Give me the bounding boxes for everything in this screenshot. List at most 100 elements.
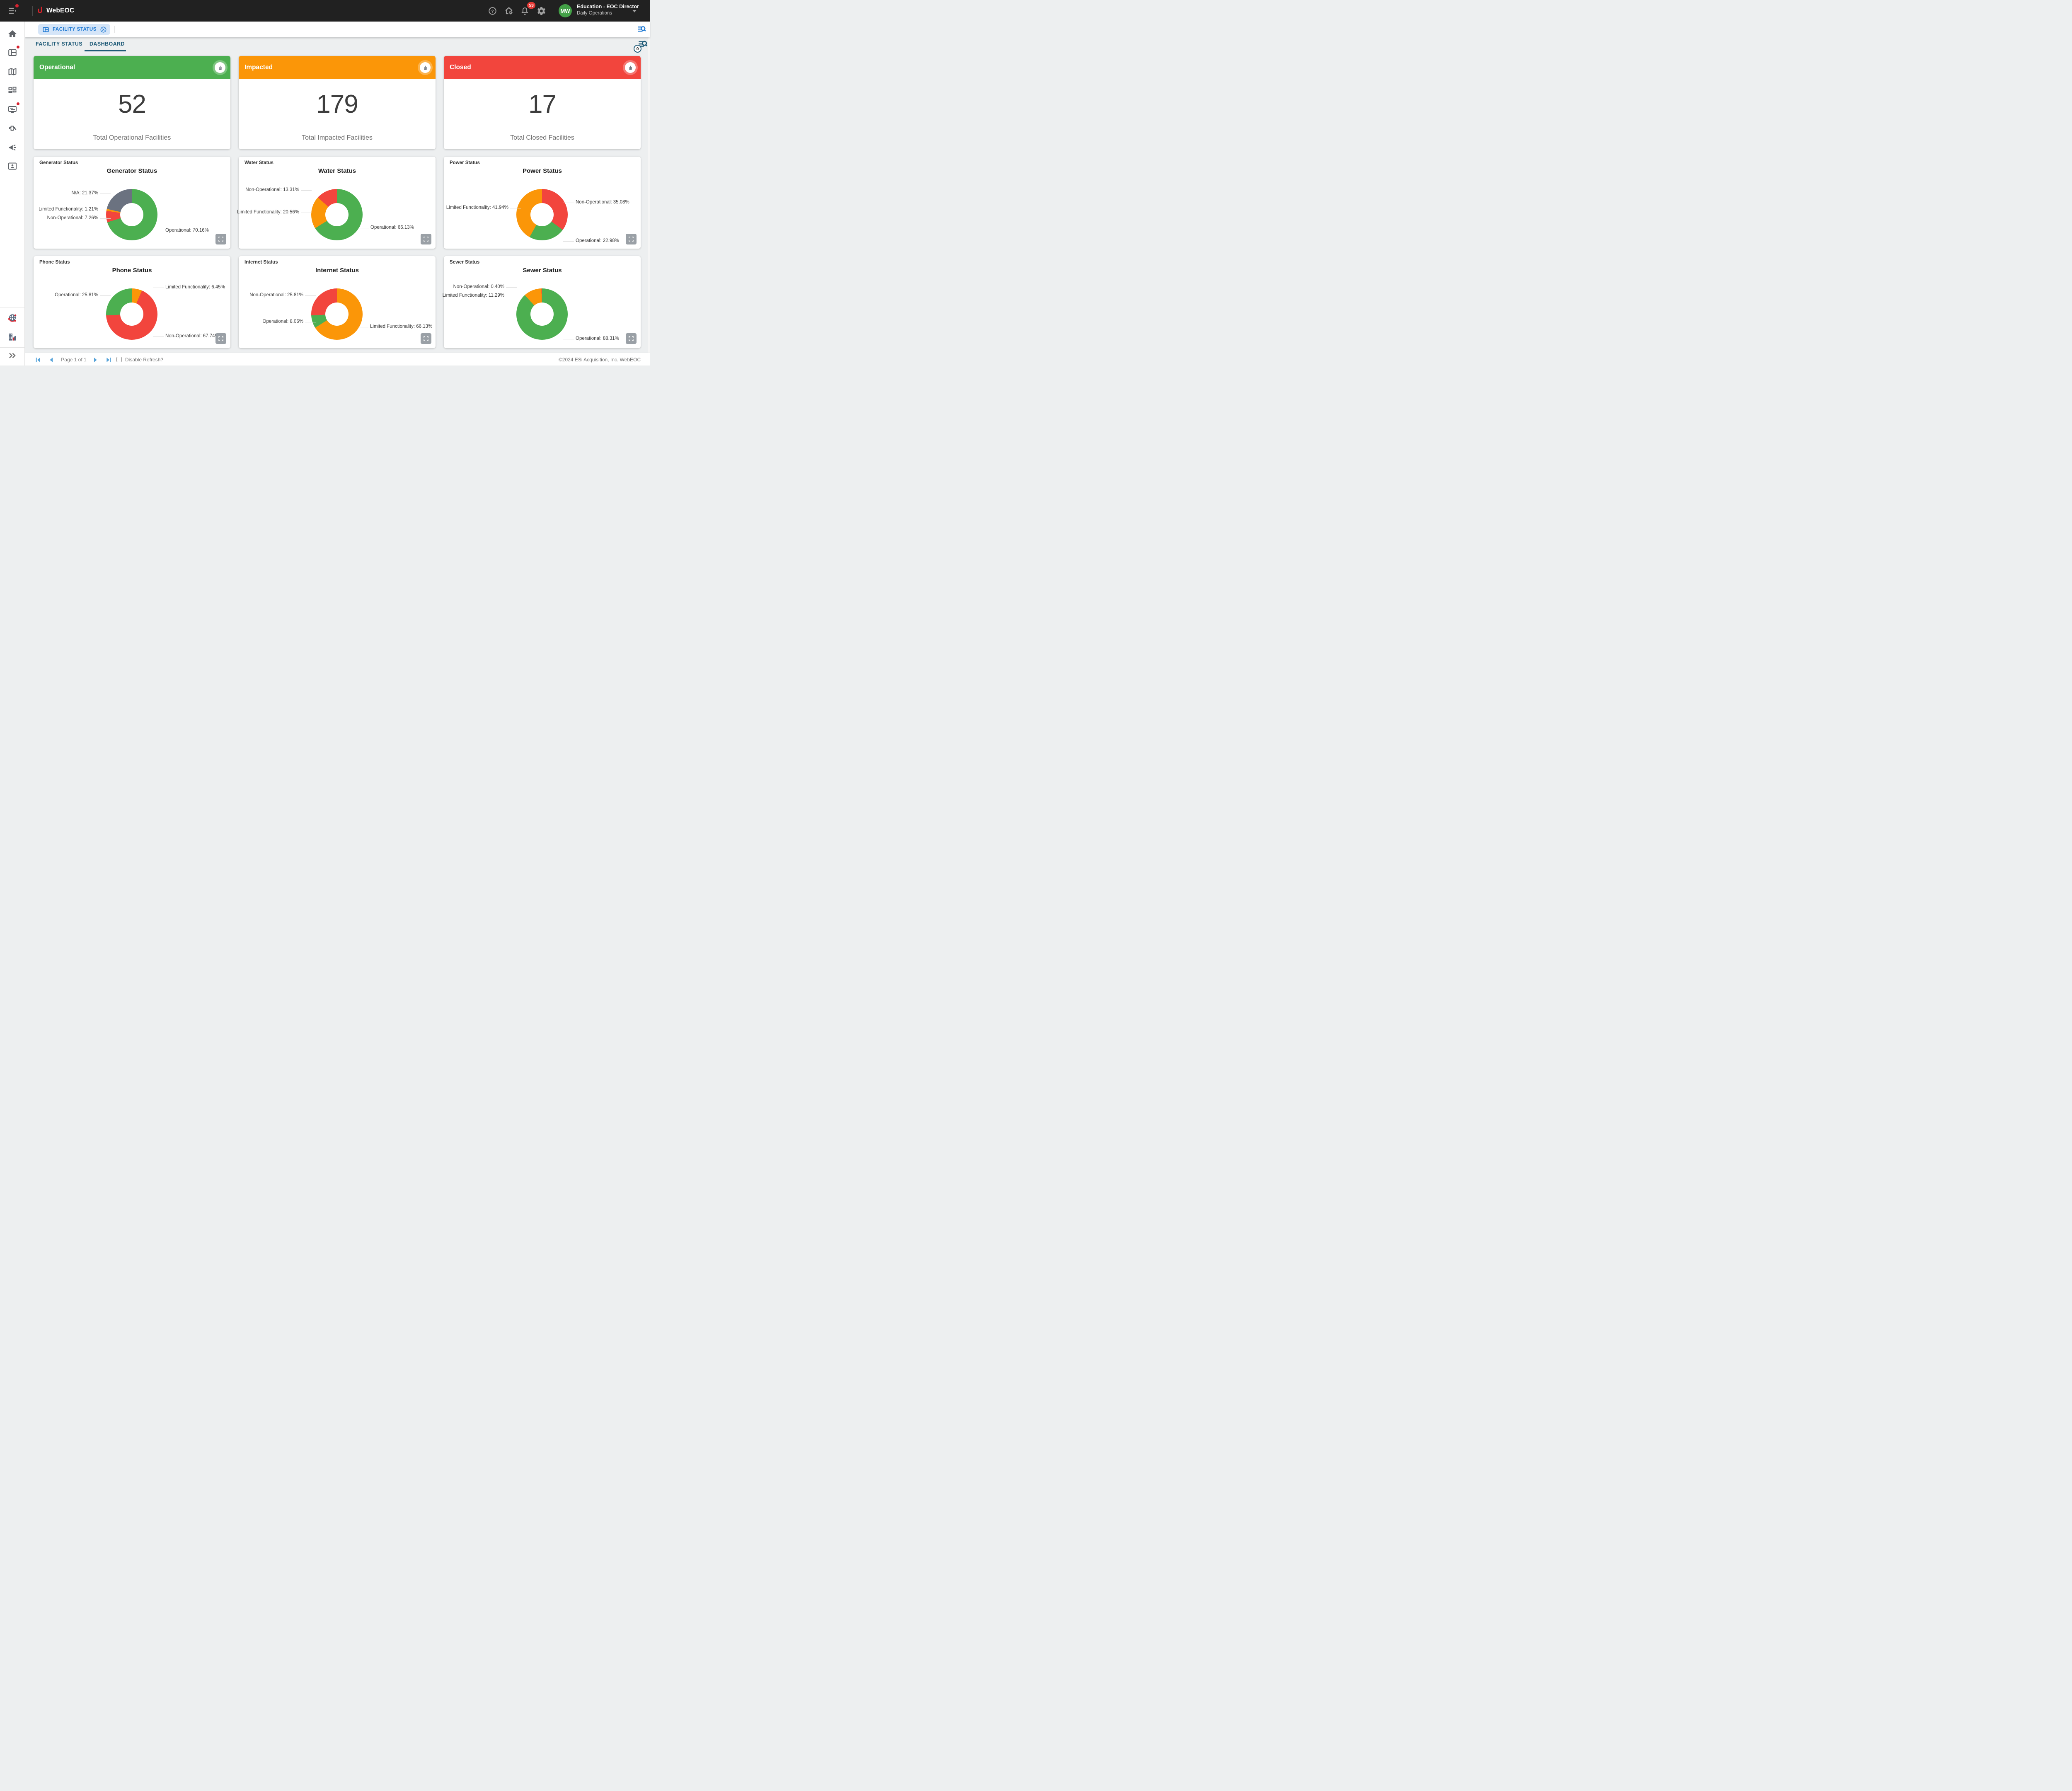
fullscreen-button[interactable] (215, 333, 226, 344)
notifications-bell-icon[interactable]: 53 (517, 3, 532, 18)
page-indicator: Page 1 of 1 (58, 357, 90, 363)
summary-value: 17 (444, 90, 641, 119)
slice-label: Operational: 25.81% (55, 292, 98, 298)
disable-refresh-checkbox[interactable] (116, 357, 122, 362)
slice-label: Non-Operational: 25.81% (249, 292, 303, 298)
slice-label: Operational: 8.06% (263, 319, 303, 324)
divider (114, 26, 115, 33)
sidebar-expand-button[interactable] (5, 348, 20, 363)
contact-card-icon (7, 161, 17, 171)
board-chip-label: FACILITY STATUS (53, 27, 97, 32)
slice-label: Non-Operational: 7.26% (47, 215, 98, 221)
slice-label: Limited Functionality: 6.45% (165, 284, 225, 290)
slice-label: Non-Operational: 0.40% (453, 284, 504, 290)
chart-title: Phone Status (34, 267, 230, 274)
next-page-button[interactable] (91, 355, 100, 364)
help-icon[interactable]: ? (485, 3, 500, 18)
donut-chart[interactable] (516, 189, 568, 240)
previous-page-button[interactable] (46, 355, 56, 364)
sidebar-item-global-network[interactable] (5, 310, 20, 325)
home-settings-icon[interactable] (501, 3, 516, 18)
fullscreen-button[interactable] (215, 234, 226, 244)
sidebar-item-organization[interactable] (5, 329, 20, 344)
first-page-button[interactable] (33, 355, 42, 364)
user-avatar[interactable]: MW (559, 4, 572, 17)
user-incident-label: Daily Operations (577, 11, 639, 16)
settings-gear-icon[interactable] (534, 3, 549, 18)
juvare-logo-icon (36, 6, 44, 17)
phone-status-card: Phone Status Phone Status Limited Functi… (34, 256, 230, 348)
slice-label: Non-Operational: 35.08% (576, 199, 629, 205)
donut-chart[interactable] (106, 288, 157, 340)
divider (32, 6, 33, 16)
slice-label: Limited Functionality: 66.13% (370, 324, 432, 329)
tab-facility-status[interactable]: FACILITY STATUS (36, 41, 82, 47)
board-search-filter-icon[interactable] (637, 25, 646, 35)
active-tab-indicator (85, 50, 126, 51)
last-page-button[interactable] (104, 355, 113, 364)
map-icon (7, 67, 17, 77)
message-board-notification-dot (17, 102, 19, 105)
slice-label: Non-Operational: 67.74% (165, 333, 219, 339)
home-icon (7, 29, 17, 39)
donut-chart[interactable] (311, 189, 363, 240)
summary-value: 52 (34, 90, 230, 119)
summary-card-header: Operational (34, 56, 230, 79)
card-title: Phone Status (39, 260, 70, 265)
slice-label: Limited Functionality: 41.94% (446, 205, 508, 211)
chevron-down-icon[interactable] (632, 10, 637, 12)
message-board-icon (7, 104, 17, 114)
chart-title: Water Status (239, 167, 436, 174)
sidebar-item-boards[interactable] (5, 45, 20, 60)
slice-label: Non-Operational: 13.31% (245, 187, 299, 193)
sidebar-item-maps[interactable] (5, 64, 20, 79)
fullscreen-button[interactable] (421, 234, 431, 244)
divider (0, 347, 25, 348)
tab-dashboard[interactable]: DASHBOARD (90, 41, 125, 47)
user-menu[interactable]: Education - EOC Director Daily Operation… (577, 4, 639, 16)
filter-count-badge: 0 (634, 45, 641, 53)
global-network-icon (7, 312, 18, 323)
generator-status-card: Generator Status Generator Status N/A: 2… (34, 157, 230, 249)
megaphone-icon (7, 143, 17, 152)
donut-chart[interactable] (311, 288, 363, 340)
fullscreen-button[interactable] (626, 333, 637, 344)
power-status-card: Power Status Power Status Non-Operationa… (444, 157, 641, 249)
sewer-status-card: Sewer Status Sewer Status Non-Operationa… (444, 256, 641, 348)
water-status-card: Water Status Water Status Non-Operationa… (239, 157, 436, 249)
sidebar-item-apps[interactable] (5, 83, 20, 98)
card-title: Power Status (450, 160, 480, 165)
menu-open-icon[interactable] (5, 3, 20, 18)
slice-label: Limited Functionality: 11.29% (443, 293, 504, 298)
board-chip-facility-status[interactable]: FACILITY STATUS (38, 24, 110, 35)
card-title: Water Status (244, 160, 274, 165)
copyright-text: ©2024 ESi Acquisition, Inc. WebEOC (559, 357, 641, 363)
footer-bar: Page 1 of 1 Disable Refresh? ©2024 ESi A… (25, 353, 650, 365)
disable-refresh-label: Disable Refresh? (125, 357, 163, 363)
summary-card-closed: Closed 17 Total Closed Facilities (444, 56, 641, 149)
sidebar-item-contacts[interactable] (5, 159, 20, 174)
card-title: Generator Status (39, 160, 78, 165)
slice-label: Limited Functionality: 20.56% (237, 209, 299, 215)
donut-chart[interactable] (106, 189, 157, 240)
card-title: Sewer Status (450, 260, 479, 265)
summary-card-impacted: Impacted 179 Total Impacted Facilities (239, 56, 436, 149)
close-icon[interactable] (100, 26, 107, 33)
sidebar-item-home[interactable] (5, 27, 20, 41)
sidebar-item-plugins[interactable] (5, 121, 20, 136)
boards-icon (7, 48, 17, 58)
summary-card-title: Operational (39, 56, 75, 79)
sidebar-item-alerts[interactable] (5, 140, 20, 155)
sidebar-item-message-board[interactable] (5, 102, 20, 117)
fullscreen-button[interactable] (421, 333, 431, 344)
donut-chart[interactable] (516, 288, 568, 340)
chart-title: Internet Status (239, 267, 436, 274)
slice-label: Operational: 66.13% (370, 225, 414, 230)
app-title: WebEOC (46, 7, 74, 15)
user-role-label: Education - EOC Director (577, 4, 639, 10)
scrollbar[interactable] (648, 37, 650, 353)
fullscreen-button[interactable] (626, 234, 637, 244)
internet-status-card: Internet Status Internet Status Non-Oper… (239, 256, 436, 348)
chart-title: Power Status (444, 167, 641, 174)
svg-text:?: ? (491, 9, 494, 14)
